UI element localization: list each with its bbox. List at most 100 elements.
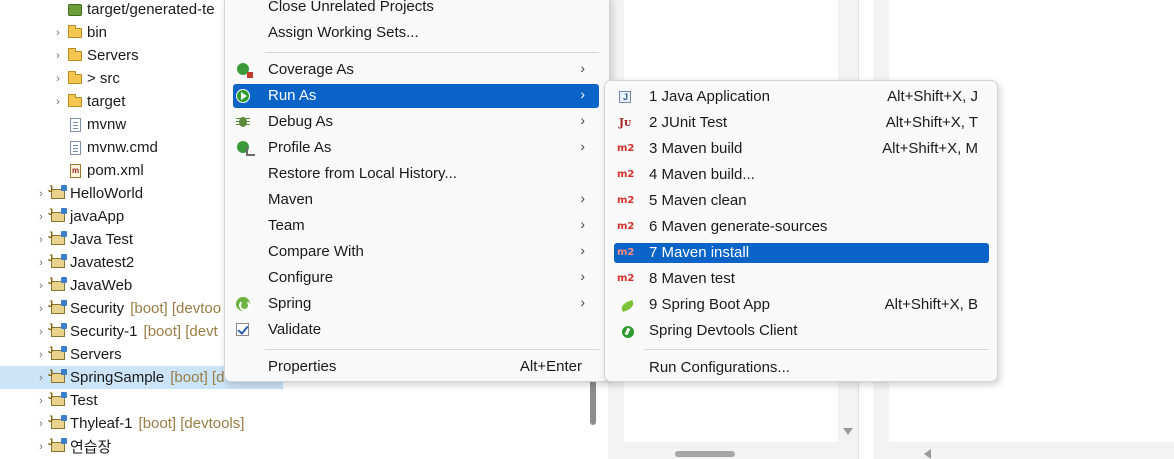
expand-arrow-icon[interactable]: › (34, 188, 48, 200)
expand-arrow-icon[interactable]: › (51, 96, 65, 108)
horizontal-scrollbar-thumb[interactable] (675, 451, 735, 457)
project-icon: J (48, 299, 67, 317)
xml-file-icon (67, 163, 84, 179)
tree-item-label: mvnw.cmd (87, 139, 158, 156)
run-as-spring-boot-app[interactable]: 9 Spring Boot App Alt+Shift+X, B (614, 295, 989, 315)
tree-item-label: SpringSample (70, 369, 165, 386)
project-icon: J (48, 322, 67, 340)
menu-item-shortcut: Alt+Enter (519, 358, 582, 375)
run-as-run-configurations[interactable]: Run Configurations... (614, 358, 989, 378)
run-as-maven-clean[interactable]: m2 5 Maven clean (614, 191, 989, 211)
run-as-junit-test[interactable]: Jᴜ 2 JUnit Test Alt+Shift+X, T (614, 113, 989, 133)
expand-arrow-icon[interactable]: › (51, 50, 65, 62)
menu-item-restore-from-local-history[interactable]: Restore from Local History... (233, 162, 599, 186)
profile-icon (237, 141, 255, 156)
menu-item-properties[interactable]: Properties Alt+Enter (233, 355, 599, 379)
tree-item-label: Security (70, 300, 125, 317)
menu-item-label: Profile As (268, 139, 332, 156)
java-application-icon (619, 89, 631, 105)
tree-scrollbar-thumb[interactable] (590, 375, 596, 425)
menu-item-shortcut: Alt+Shift+X, M (882, 140, 978, 157)
tree-item-label: Javatest2 (70, 254, 135, 271)
menu-item-profile-as[interactable]: Profile As › (233, 136, 599, 160)
expand-arrow-icon[interactable]: › (34, 395, 48, 407)
project-icon: J (48, 414, 67, 432)
expand-arrow-icon[interactable]: › (34, 326, 48, 338)
expand-arrow-icon[interactable]: › (34, 280, 48, 292)
scroll-down-arrow-icon[interactable] (843, 428, 853, 435)
expand-arrow-icon[interactable]: › (34, 303, 48, 315)
scroll-left-arrow-icon[interactable] (924, 449, 931, 459)
menu-item-spring[interactable]: Spring › (233, 292, 599, 316)
submenu-arrow-icon: › (580, 216, 585, 232)
menu-item-label: 2 JUnit Test (649, 114, 728, 131)
run-as-spring-devtools-client[interactable]: Spring Devtools Client (614, 321, 989, 341)
menu-item-label: Run As (268, 87, 317, 104)
tree-item-label: Security-1 (70, 323, 138, 340)
menu-item-label: Spring (268, 295, 312, 312)
run-as-maven-build[interactable]: m2 3 Maven build Alt+Shift+X, M (614, 139, 989, 159)
maven-icon: m2 (617, 195, 635, 206)
run-as-maven-test[interactable]: m2 8 Maven test (614, 269, 989, 289)
project-icon: J (48, 184, 67, 202)
menu-item-shortcut: Alt+Shift+X, J (887, 88, 978, 105)
expand-arrow-icon[interactable]: › (34, 349, 48, 361)
tree-item-label: Java Test (70, 231, 134, 248)
menu-item-validate[interactable]: Validate (233, 318, 599, 342)
expand-arrow-icon[interactable]: › (34, 234, 48, 246)
expand-arrow-icon[interactable]: › (34, 257, 48, 269)
menu-item-configure[interactable]: Configure › (233, 266, 599, 290)
run-as-maven-generate-sources[interactable]: m2 6 Maven generate-sources (614, 217, 989, 237)
maven-icon: m2 (617, 221, 635, 232)
menu-item-label: Compare With (268, 243, 364, 260)
menu-item-label: Team (268, 217, 305, 234)
menu-item-close-unrelated-projects[interactable]: Close Unrelated Projects (233, 0, 599, 19)
tree-item-decoration: [boot] [d (170, 369, 225, 386)
tree-item-label: target (87, 93, 126, 110)
menu-item-label: Configure (268, 269, 334, 286)
menu-item-label: Spring Devtools Client (649, 322, 798, 339)
menu-item-run-as[interactable]: Run As › (233, 84, 599, 108)
tree-item-label: javaApp (70, 208, 125, 225)
run-as-maven-build-dialog[interactable]: m2 4 Maven build... (614, 165, 989, 185)
run-as-java-application[interactable]: 1 Java Application Alt+Shift+X, J (614, 87, 989, 107)
tree-item-thyleaf-1[interactable]: › J Thyleaf-1 [boot] [devtools] (0, 412, 598, 435)
expand-arrow-icon[interactable]: › (34, 441, 48, 453)
expand-arrow-icon[interactable]: › (34, 372, 48, 384)
menu-item-label: 8 Maven test (649, 270, 735, 287)
expand-arrow-icon[interactable]: › (34, 418, 48, 430)
menu-item-label: Close Unrelated Projects (268, 0, 434, 15)
menu-item-label: Maven (268, 191, 314, 208)
menu-item-label: Restore from Local History... (268, 165, 457, 182)
menu-item-coverage-as[interactable]: Coverage As › (233, 58, 599, 82)
menu-item-compare-with[interactable]: Compare With › (233, 240, 599, 264)
validate-check-icon (236, 323, 249, 336)
menu-item-label: 1 Java Application (649, 88, 770, 105)
tree-item-label: bin (87, 24, 108, 41)
maven-icon: m2 (617, 169, 635, 180)
submenu-arrow-icon: › (580, 138, 585, 154)
menu-item-shortcut: Alt+Shift+X, T (885, 114, 978, 131)
folder-icon (67, 24, 84, 41)
menu-item-assign-working-sets[interactable]: Assign Working Sets... (233, 21, 599, 45)
folder-icon (67, 47, 84, 64)
menu-separator (265, 349, 599, 350)
tree-item-label: target/generated-te (87, 1, 215, 18)
tree-item-test[interactable]: › J Test (0, 389, 598, 412)
menu-item-debug-as[interactable]: Debug As › (233, 110, 599, 134)
tree-item-practice[interactable]: › J 연습장 (0, 435, 598, 458)
run-as-maven-install[interactable]: m2 7 Maven install (614, 243, 989, 263)
project-icon: J (48, 345, 67, 363)
tree-item-label: JavaWeb (70, 277, 133, 294)
debug-icon (235, 114, 251, 130)
expand-arrow-icon[interactable]: › (34, 211, 48, 223)
tree-item-label: 연습장 (70, 439, 112, 456)
tree-item-decoration: [boot] [devtoo (130, 300, 222, 317)
expand-arrow-icon[interactable]: › (51, 73, 65, 85)
menu-item-label: 9 Spring Boot App (649, 296, 770, 313)
expand-arrow-icon[interactable]: › (51, 27, 65, 39)
menu-item-team[interactable]: Team › (233, 214, 599, 238)
generated-folder-icon (67, 2, 84, 18)
menu-item-maven[interactable]: Maven › (233, 188, 599, 212)
project-icon: J (48, 230, 67, 248)
